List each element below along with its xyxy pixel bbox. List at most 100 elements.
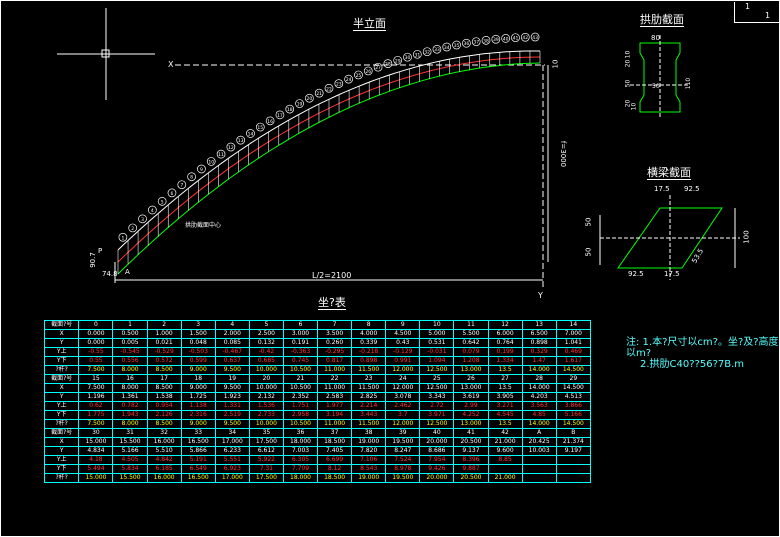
notes: 注: 1.本?尺寸以cm?。坐?及?高度以m? 2.拱肋C40??56?7B.m (626, 337, 780, 370)
table-cell: 16.500 (180, 437, 216, 447)
table-cell: 3.000 (282, 329, 319, 339)
table-cell: 1.041 (555, 338, 592, 348)
table-cell: 37 (317, 428, 353, 438)
table-cell: 0.954 (146, 401, 182, 411)
table-cell: 19.500 (385, 473, 421, 483)
node-label: 29 (395, 58, 401, 64)
table-cell: 10.500 (282, 383, 319, 393)
table-cell: 33 (180, 428, 216, 438)
table-cell: 18.000 (282, 437, 319, 447)
table-cell: 12.000 (385, 365, 421, 375)
node-label: 22 (326, 86, 332, 92)
table-cell: 9.426 (419, 464, 455, 474)
row-header: Y (43, 446, 80, 456)
table-row: Y 0.000 0.005 0.021 0.048 0.085 0.132 0.191 0.26… (43, 338, 592, 348)
table-cell: 1.977 (317, 401, 353, 411)
table-cell: 17 (146, 374, 182, 384)
table-cell: 31 (112, 428, 148, 438)
table-cell: 5.166 (112, 446, 148, 456)
table-cell: -0.363 (282, 347, 319, 357)
table-cell: 7.500 (78, 383, 114, 393)
table-cell: 15.000 (78, 473, 114, 483)
node-label: 21 (316, 91, 322, 97)
table-row: ?杆? 7.500 8.000 8.500 9.000 9.500 10.000 10.500… (43, 419, 592, 429)
table-row: X 7.500 8.000 8.500 9.000 9.500 10.000 10.500 11… (43, 383, 592, 393)
table-cell: 2.132 (248, 392, 284, 402)
table-cell: 13.000 (453, 419, 489, 429)
table-cell: 1.775 (78, 410, 114, 420)
table-cell (555, 473, 592, 483)
row-header: ?杆? (43, 365, 80, 375)
table-cell: 19.000 (351, 473, 387, 483)
rib-h2-dim: 20 (624, 59, 632, 68)
table-cell: 17.000 (214, 437, 250, 447)
table-cell: 8.500 (146, 419, 182, 429)
table-cell: 11.000 (317, 365, 353, 375)
row-header: Y上 (43, 347, 80, 357)
table-cell: 2.000 (214, 329, 250, 339)
table-cell: -0.55 (78, 347, 114, 357)
table-cell: 9.500 (214, 419, 250, 429)
table-cell: 0.048 (180, 338, 216, 348)
table-cell: 2.825 (351, 392, 387, 402)
table-row: ?杆? 7.500 8.000 8.500 9.000 9.500 10.000 10.500… (43, 365, 592, 375)
table-cell: 11.500 (351, 383, 387, 393)
top-dim: 10 (551, 59, 560, 69)
table-cell (521, 455, 557, 465)
table-cell: 8.543 (351, 464, 387, 474)
table-cell: 23 (351, 374, 387, 384)
table-cell: 18.500 (317, 473, 353, 483)
table-cell: 13.000 (453, 383, 489, 393)
table-cell: 17.500 (248, 473, 284, 483)
table-cell: 8.85 (487, 455, 523, 465)
table-cell: 11.500 (351, 365, 387, 375)
table-cell: 8 (351, 320, 387, 330)
table-cell: 10.000 (248, 383, 284, 393)
strut-left1-dim: 50 (584, 217, 593, 227)
rib-h4-dim: 110 (685, 77, 693, 90)
table-cell: 0.132 (248, 338, 284, 348)
table-cell: 0.021 (146, 338, 182, 348)
table-cell: 20.500 (453, 437, 489, 447)
table-cell: 0.898 (521, 338, 557, 348)
strut-section-title: 横梁截面 (647, 166, 691, 180)
table-cell: 1.000 (146, 329, 182, 339)
table-cell: 1.361 (112, 392, 148, 402)
strut-section-drawing (599, 195, 740, 280)
table-cell: 15 (78, 374, 114, 384)
table-cell: 0.764 (487, 338, 523, 348)
table-cell: 20.500 (453, 473, 489, 483)
table-cell: 21.000 (487, 437, 523, 447)
center-tag: 拱肋截面中心 (185, 222, 222, 229)
rib-h3-dim: 50 (624, 79, 632, 88)
table-cell: 10.000 (248, 419, 284, 429)
table-cell: 0.43 (385, 338, 421, 348)
table-cell: 4.834 (78, 446, 114, 456)
table-cell: 5.834 (112, 464, 148, 474)
table-cell: 2.214 (351, 401, 387, 411)
table-cell: 10.003 (521, 446, 557, 456)
table-cell: 9.000 (180, 383, 216, 393)
table-cell: 7.820 (351, 446, 387, 456)
table-cell: 18 (180, 374, 216, 384)
table-cell: 1.538 (146, 392, 182, 402)
table-cell: 2.99 (453, 401, 489, 411)
table-cell: 7.709 (282, 464, 319, 474)
table-cell: 6.233 (214, 446, 250, 456)
table-cell: 9.197 (555, 446, 592, 456)
x-axis-label: X (168, 60, 174, 69)
node-label: 23 (336, 82, 342, 88)
table-cell: 1.094 (419, 356, 455, 366)
table-cell: 14.000 (521, 365, 557, 375)
table-cell: 4.842 (146, 455, 182, 465)
table-cell: 8.500 (146, 365, 182, 375)
table-cell: 15.000 (78, 437, 114, 447)
table-cell: 2.316 (180, 410, 216, 420)
table-cell: 34 (214, 428, 250, 438)
table-cell: 0.191 (282, 338, 319, 348)
table-cell: 17.500 (248, 437, 284, 447)
node-label: 7 (180, 183, 183, 189)
node-label: 17 (277, 113, 283, 119)
table-cell: 5 (248, 320, 284, 330)
row-header: X (43, 383, 80, 393)
